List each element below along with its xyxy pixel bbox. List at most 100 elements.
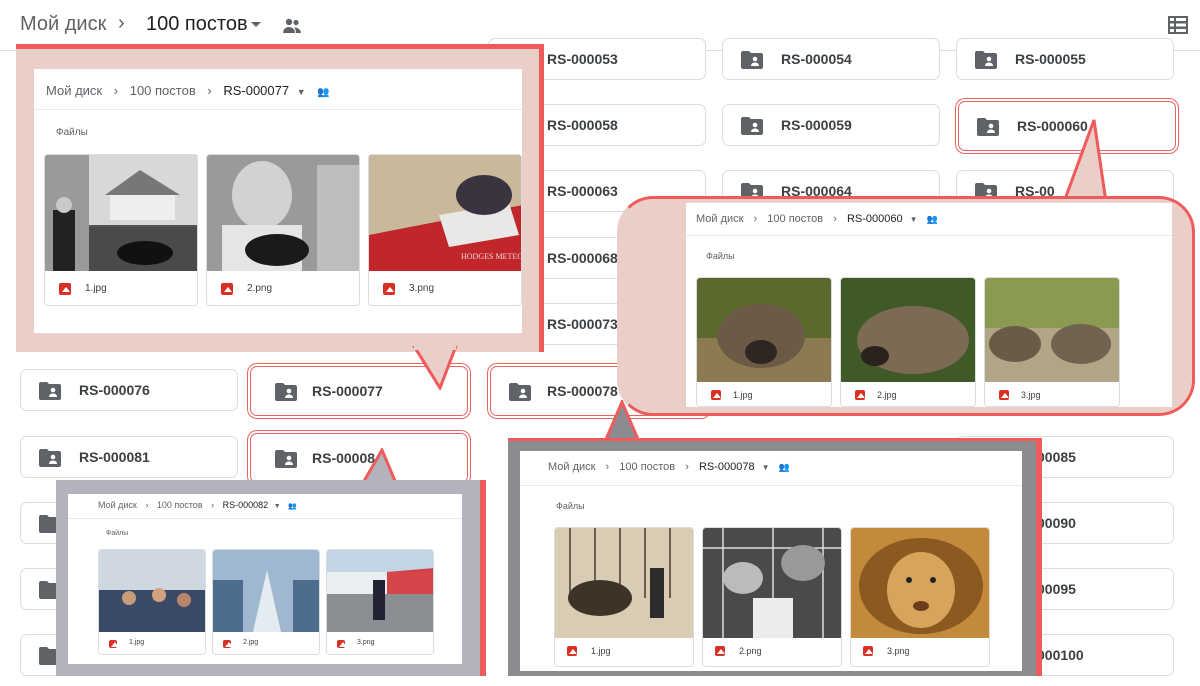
file-thumbnail	[99, 550, 205, 632]
file-name: 3.png	[887, 646, 910, 656]
shared-folder-icon	[741, 117, 763, 135]
folder-tile[interactable]: RS-000054	[722, 38, 940, 80]
breadcrumb-current[interactable]: RS-000077	[223, 83, 289, 98]
file-card[interactable]: 3.png	[850, 527, 990, 667]
file-name: 3.jpg	[1021, 390, 1041, 400]
breadcrumb-current[interactable]: RS-000078	[699, 461, 755, 473]
folder-label: 00090	[1037, 515, 1076, 531]
image-file-icon	[715, 646, 726, 656]
shared-folder-icon	[275, 383, 297, 401]
file-thumbnail	[327, 550, 433, 632]
file-card[interactable]: 2.png	[702, 527, 842, 667]
file-thumbnail	[555, 528, 693, 638]
file-card[interactable]: 1.jpg	[696, 277, 832, 407]
file-thumbnail	[851, 528, 989, 638]
breadcrumb-root[interactable]: Мой диск	[548, 461, 595, 473]
folder-label: RS-000076	[79, 382, 150, 398]
list-view-icon[interactable]	[1168, 16, 1188, 34]
files-section-label: Файлы	[56, 127, 88, 138]
chevron-right-icon: ›	[118, 12, 125, 34]
callout-rs-000082: Мой диск › 100 постов › RS-000082 ▼ 👥 Фа…	[56, 480, 486, 676]
preview-window: Мой диск › 100 постов › RS-000077 ▼ 👥 Фа…	[34, 69, 522, 333]
folder-tile[interactable]: RS-000059	[722, 104, 940, 146]
file-thumbnail	[703, 528, 841, 638]
breadcrumb-root[interactable]: Мой диск	[46, 83, 102, 98]
folder-label: RS-000055	[1015, 51, 1086, 67]
breadcrumb-folder[interactable]: 100 постов	[767, 213, 823, 225]
breadcrumb-current[interactable]: RS-000082	[223, 500, 269, 510]
dropdown-arrow-icon[interactable]: ▼	[297, 87, 306, 97]
people-icon[interactable]	[282, 18, 302, 34]
folder-tile[interactable]: RS-000076	[20, 369, 238, 411]
callout-rs-000060: Мой диск › 100 постов › RS-000060 ▼ 👥 Фа…	[617, 196, 1195, 416]
file-card[interactable]: 1.jpg	[44, 154, 198, 306]
file-card[interactable]: 1.jpg	[98, 549, 206, 655]
file-thumbnail	[45, 155, 197, 271]
callout-pointer	[1062, 119, 1108, 202]
file-thumbnail	[985, 278, 1119, 382]
file-card[interactable]: 2.jpg	[212, 549, 320, 655]
image-file-icon	[863, 646, 874, 656]
file-card[interactable]: 3.jpg	[984, 277, 1120, 407]
folder-label: RS-000068	[547, 250, 618, 266]
chevron-right-icon: ›	[207, 83, 212, 98]
breadcrumb-current[interactable]: RS-000060	[847, 213, 903, 225]
dropdown-arrow-icon[interactable]: ▼	[910, 215, 918, 224]
chevron-right-icon: ›	[145, 500, 149, 510]
files-section-label: Файлы	[106, 530, 129, 537]
folder-label: 00095	[1037, 581, 1076, 597]
file-card[interactable]: 1.jpg	[554, 527, 694, 667]
dropdown-arrow-icon[interactable]: ▼	[274, 503, 281, 510]
people-icon: 👥	[926, 214, 938, 224]
file-card[interactable]: HODGES METEORITE 3.png	[368, 154, 522, 306]
image-file-icon	[109, 640, 119, 648]
file-name: 1.jpg	[733, 390, 753, 400]
folder-tile[interactable]: RS-000055	[956, 38, 1174, 80]
preview-window: Мой диск › 100 постов › RS-000060 ▼ 👥 Фа…	[686, 203, 1172, 407]
shared-folder-icon	[975, 51, 997, 69]
shared-folder-icon	[39, 449, 61, 467]
files-section-label: Файлы	[556, 501, 585, 511]
folder-label: RS-000053	[547, 51, 618, 67]
file-card[interactable]: 3.png	[326, 549, 434, 655]
file-name: 3.png	[357, 639, 375, 646]
file-thumbnail	[213, 550, 319, 632]
file-name: 2.png	[739, 646, 762, 656]
shared-folder-icon	[275, 450, 297, 468]
image-file-icon	[223, 640, 233, 648]
preview-breadcrumb: Мой диск › 100 постов › RS-000077 ▼ 👥	[46, 83, 330, 98]
chevron-right-icon: ›	[211, 500, 215, 510]
file-name: 2.jpg	[877, 390, 897, 400]
file-card[interactable]: 2.jpg	[840, 277, 976, 407]
dropdown-arrow-icon[interactable]	[251, 22, 261, 27]
folder-label: RS-000063	[547, 183, 618, 199]
file-card[interactable]: 2.png	[206, 154, 360, 306]
divider	[68, 518, 462, 519]
callout-rs-000077: Мой диск › 100 постов › RS-000077 ▼ 👥 Фа…	[16, 44, 544, 352]
file-thumbnail	[841, 278, 975, 382]
callout-rs-000078: Мой диск › 100 постов › RS-000078 ▼ 👥 Фа…	[508, 438, 1042, 676]
files-section-label: Файлы	[706, 251, 735, 261]
file-thumbnail	[697, 278, 831, 382]
image-file-icon	[855, 390, 866, 400]
breadcrumb-root[interactable]: Мой диск	[20, 13, 106, 36]
breadcrumb-folder[interactable]: 100 постов	[130, 83, 196, 98]
folder-label: RS-000059	[781, 117, 852, 133]
dropdown-arrow-icon[interactable]: ▼	[762, 463, 770, 472]
folder-label: RS-000073	[547, 316, 618, 332]
chevron-right-icon: ›	[685, 461, 689, 473]
chevron-right-icon: ›	[113, 83, 119, 98]
image-file-icon	[221, 283, 233, 295]
folder-tile[interactable]: RS-000081	[20, 436, 238, 478]
breadcrumb-folder[interactable]: 100 постов	[157, 500, 203, 510]
image-file-icon	[337, 640, 347, 648]
folder-label: RS-000077	[312, 383, 383, 399]
image-file-icon	[567, 646, 578, 656]
breadcrumb-folder[interactable]: 100 постов	[619, 461, 675, 473]
breadcrumb-current-folder[interactable]: 100 постов	[146, 13, 248, 36]
people-icon: 👥	[778, 462, 790, 472]
file-name: 2.jpg	[243, 639, 259, 646]
breadcrumb-root[interactable]: Мой диск	[696, 213, 743, 225]
breadcrumb-root[interactable]: Мой диск	[98, 500, 137, 510]
preview-breadcrumb: Мой диск › 100 постов › RS-000082 ▼ 👥	[98, 500, 297, 510]
